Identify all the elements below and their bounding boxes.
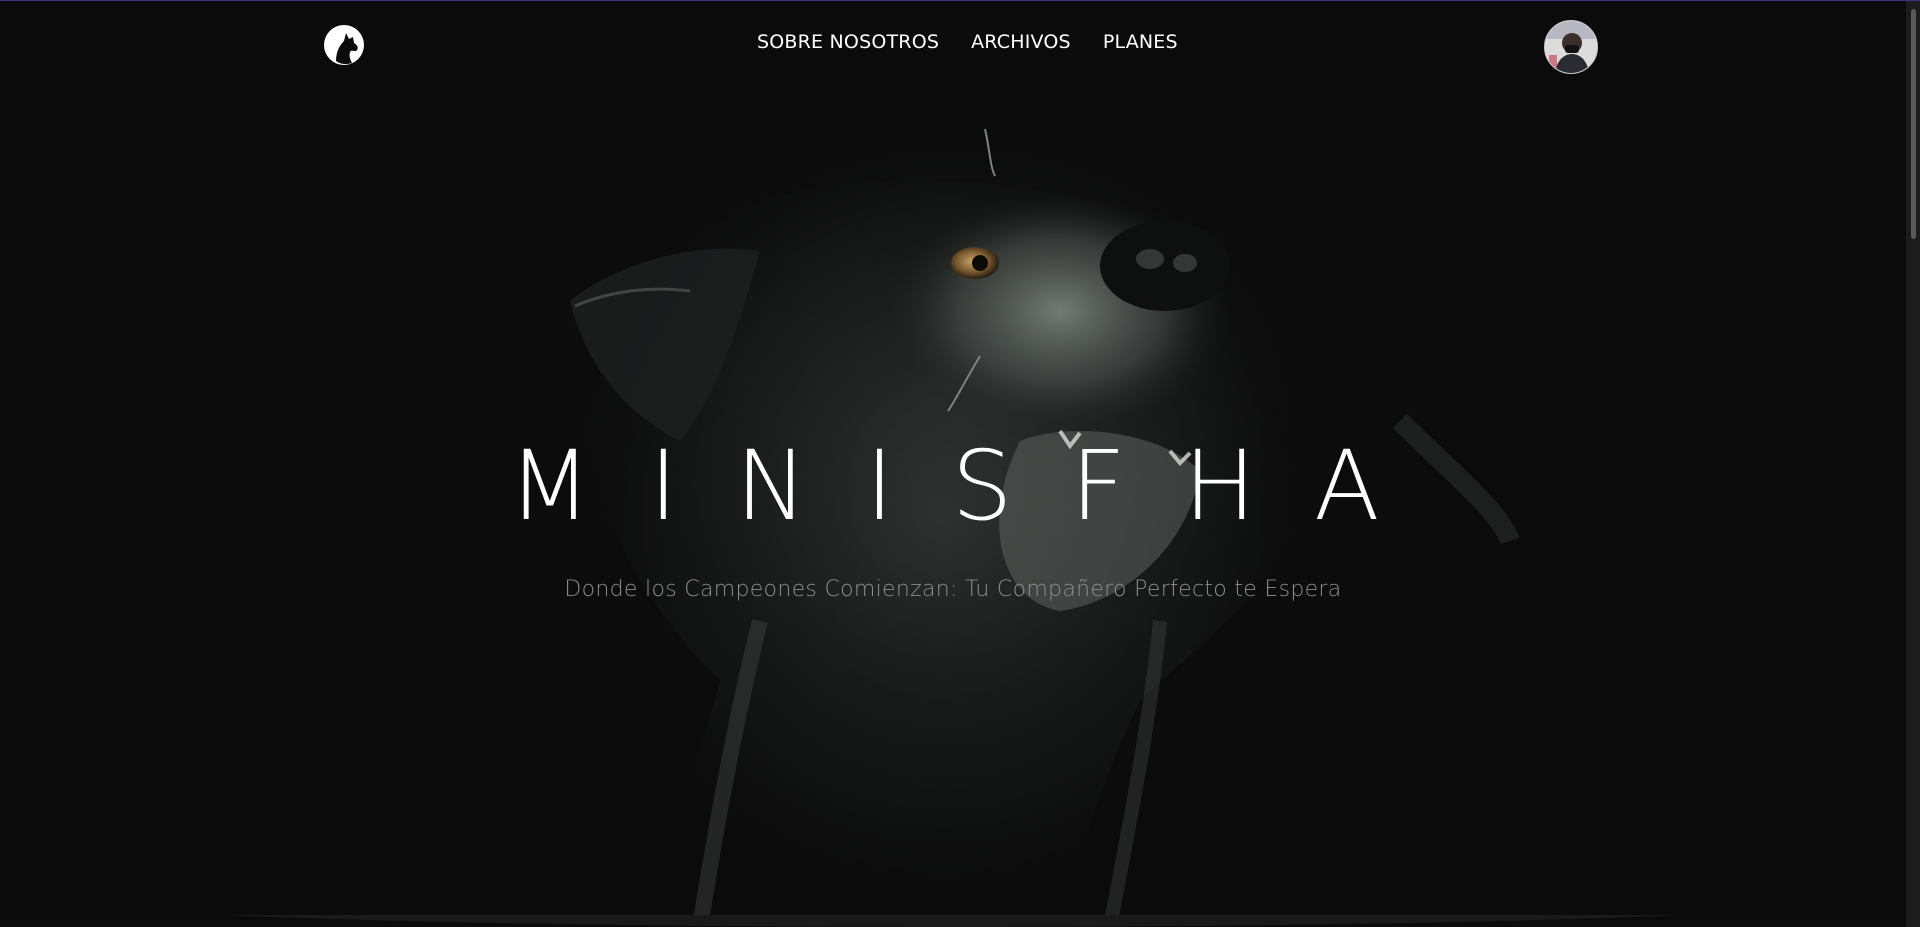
main-nav: SOBRE NOSOTROS ARCHIVOS PLANES <box>757 31 1178 53</box>
dog-logo-icon[interactable] <box>322 23 366 67</box>
nav-link-planes[interactable]: PLANES <box>1103 31 1178 53</box>
scrollbar-thumb[interactable] <box>1911 9 1916 239</box>
vertical-scrollbar[interactable] <box>1906 1 1920 927</box>
hero-title: MINISFHA <box>508 430 1438 542</box>
dog-nose-shape <box>1100 221 1230 311</box>
hero-bottom-edge <box>0 915 1906 927</box>
page-viewport: SOBRE NOSOTROS ARCHIVOS PLANES MINISFHA … <box>0 1 1906 927</box>
user-avatar-icon[interactable] <box>1544 20 1598 74</box>
hero-subtitle: Donde los Campeones Comienzan: Tu Compañ… <box>564 577 1342 602</box>
nav-link-sobre-nosotros[interactable]: SOBRE NOSOTROS <box>757 31 939 53</box>
nav-link-archivos[interactable]: ARCHIVOS <box>971 31 1071 53</box>
hero-section: SOBRE NOSOTROS ARCHIVOS PLANES MINISFHA … <box>0 1 1906 927</box>
top-navbar: SOBRE NOSOTROS ARCHIVOS PLANES <box>0 1 1906 89</box>
